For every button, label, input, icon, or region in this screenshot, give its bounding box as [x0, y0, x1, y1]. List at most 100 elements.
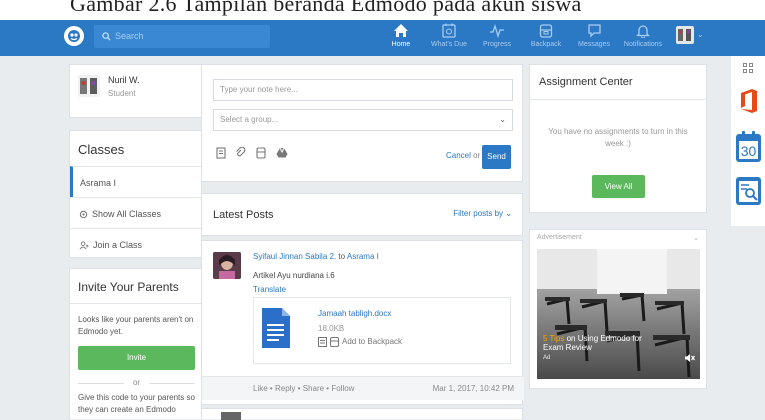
nav-messages[interactable]: Messages — [578, 23, 610, 53]
class-item-label: Asrama I — [80, 178, 117, 188]
note-input[interactable]: Type your note here... — [213, 79, 513, 101]
link-icon[interactable] — [235, 147, 246, 159]
chevron-down-icon[interactable]: ⌄ — [697, 30, 704, 39]
advertisement-image[interactable]: 5 Tips on Using Edmodo for Exam Review A… — [537, 249, 700, 379]
add-to-backpack-label: Add to Backpack — [342, 337, 403, 347]
advertisement-card: Advertisement ⌄ 5 Tips on Using Edmodo f… — [529, 229, 707, 389]
nav-whats-due[interactable]: What's Due — [430, 23, 468, 53]
nav-label-backpack: Backpack — [530, 41, 562, 48]
post-author-link[interactable]: Syifaul Jinnan Sabila 2. — [253, 252, 336, 261]
send-button[interactable]: Send — [482, 145, 511, 169]
post-text: Artikel Ayu nurdiana i.6 — [253, 271, 335, 280]
join-class-label: Join a Class — [93, 240, 143, 250]
group-select-placeholder: Select a group... — [220, 115, 279, 124]
group-select[interactable]: Select a group... ⌄ — [213, 109, 513, 131]
post-to-label: to — [338, 252, 346, 261]
calendar-30-icon[interactable]: 30 — [735, 131, 762, 163]
or-label: or — [473, 151, 481, 160]
latest-posts-title: Latest Posts — [213, 209, 274, 221]
app-launcher-rail: 30 — [731, 56, 765, 226]
divider — [530, 99, 706, 100]
user-avatar-menu[interactable] — [676, 26, 694, 44]
no-assignments-text: You have no assignments to turn in this … — [548, 127, 688, 148]
profile-name[interactable]: Nuril W. — [108, 75, 140, 85]
message-icon — [587, 24, 601, 38]
nav-notifications[interactable]: Notifications — [622, 23, 664, 53]
avatar-icon — [678, 29, 691, 41]
chevron-down-icon[interactable]: ⌄ — [693, 234, 699, 242]
top-navbar: Search Home What's Due Progress Backpack… — [0, 20, 765, 56]
office-365-icon[interactable] — [739, 88, 759, 114]
share-link[interactable]: Share — [303, 384, 324, 393]
nav-label-home: Home — [391, 41, 411, 48]
search-placeholder: Search — [115, 31, 144, 41]
post-date: Mar 1, 2017, 10:42 PM — [432, 384, 514, 393]
nav-label-whats-due: What's Due — [431, 41, 467, 48]
figure-caption: Gambar 2.6 Tampilan beranda Edmodo pada … — [70, 0, 582, 16]
search-input[interactable]: Search — [94, 25, 270, 48]
like-link[interactable]: Like — [253, 384, 268, 393]
latest-posts-header: Latest Posts Filter posts by ⌄ — [201, 193, 523, 236]
class-item-asrama[interactable]: Asrama I — [70, 166, 203, 198]
follow-link[interactable]: Follow — [331, 384, 354, 393]
assignment-center-card: Assignment Center You have no assignment… — [529, 64, 707, 213]
nav-label-messages: Messages — [578, 41, 610, 48]
post-group-link[interactable]: Asrama I — [347, 252, 379, 261]
advertisement-caption: 5 Tips on Using Edmodo for Exam Review — [543, 334, 663, 352]
gear-icon — [79, 210, 88, 219]
view-all-button[interactable]: View All — [592, 175, 645, 198]
group-icon — [79, 241, 89, 250]
chevron-down-icon: ⌄ — [499, 115, 506, 124]
post-footer: Like • Reply • Share • Follow Mar 1, 201… — [202, 376, 524, 400]
invite-code-text: Give this code to your parents so they c… — [78, 393, 195, 414]
backpack-icon[interactable] — [256, 147, 266, 159]
classes-title: Classes — [78, 142, 125, 157]
invite-text: Looks like your parents aren't on Edmodo… — [78, 315, 194, 336]
chevron-down-icon: ⌄ — [505, 209, 512, 218]
apps-grid-icon[interactable] — [743, 63, 753, 73]
filter-posts-label: Filter posts by — [453, 209, 504, 218]
nav-home[interactable]: Home — [386, 23, 416, 53]
nav-backpack[interactable]: Backpack — [530, 23, 562, 53]
edmodo-logo-icon[interactable] — [64, 26, 84, 46]
search-icon — [102, 32, 111, 41]
post-author-line: Syifaul Jinnan Sabila 2. to Asrama I — [253, 252, 379, 261]
quiz-icon[interactable] — [735, 176, 762, 206]
backpack-icon — [330, 337, 339, 347]
profile-card: Nuril W. Student — [69, 64, 202, 118]
mute-icon[interactable] — [684, 353, 695, 366]
add-to-backpack-link[interactable]: Add to Backpack — [318, 337, 402, 347]
divider — [70, 303, 201, 304]
bell-icon — [636, 25, 650, 38]
invite-button[interactable]: Invite — [78, 346, 195, 370]
calendar-icon — [442, 23, 456, 38]
backpack-icon — [539, 24, 553, 38]
cancel-link[interactable]: Cancel or — [446, 151, 480, 160]
profile-avatar[interactable] — [78, 75, 100, 97]
file-icon[interactable] — [216, 147, 226, 159]
nav-label-notifications: Notifications — [623, 41, 663, 48]
google-drive-icon[interactable] — [276, 147, 288, 159]
reply-link[interactable]: Reply — [275, 384, 295, 393]
or-separator: or — [78, 378, 195, 388]
show-all-classes-link[interactable]: Show All Classes — [70, 197, 203, 229]
separator-dot: • — [269, 384, 273, 393]
home-icon — [394, 24, 408, 37]
classes-card: Classes Asrama I Show All Classes Join a… — [69, 130, 203, 260]
translate-link[interactable]: Translate — [253, 285, 286, 294]
ad-caption-highlight: 5 Tips — [543, 334, 565, 343]
svg-text:30: 30 — [741, 143, 757, 159]
progress-icon — [490, 23, 504, 38]
next-post-card — [201, 408, 523, 420]
post-author-avatar[interactable] — [213, 252, 241, 279]
caption-strip: Gambar 2.6 Tampilan beranda Edmodo pada … — [0, 0, 765, 20]
attachment-card[interactable]: Jamaah tabligh.docx 18.0KB Add to Backpa… — [253, 297, 511, 364]
filter-posts-dropdown[interactable]: Filter posts by ⌄ — [453, 209, 512, 218]
join-class-link[interactable]: Join a Class — [70, 228, 203, 260]
post-actions: Like • Reply • Share • Follow — [253, 384, 354, 393]
cancel-label: Cancel — [446, 151, 471, 160]
file-icon — [318, 337, 327, 347]
post-card: Syifaul Jinnan Sabila 2. to Asrama I Art… — [201, 240, 524, 405]
attachment-name[interactable]: Jamaah tabligh.docx — [318, 309, 391, 318]
nav-progress[interactable]: Progress — [480, 23, 514, 53]
